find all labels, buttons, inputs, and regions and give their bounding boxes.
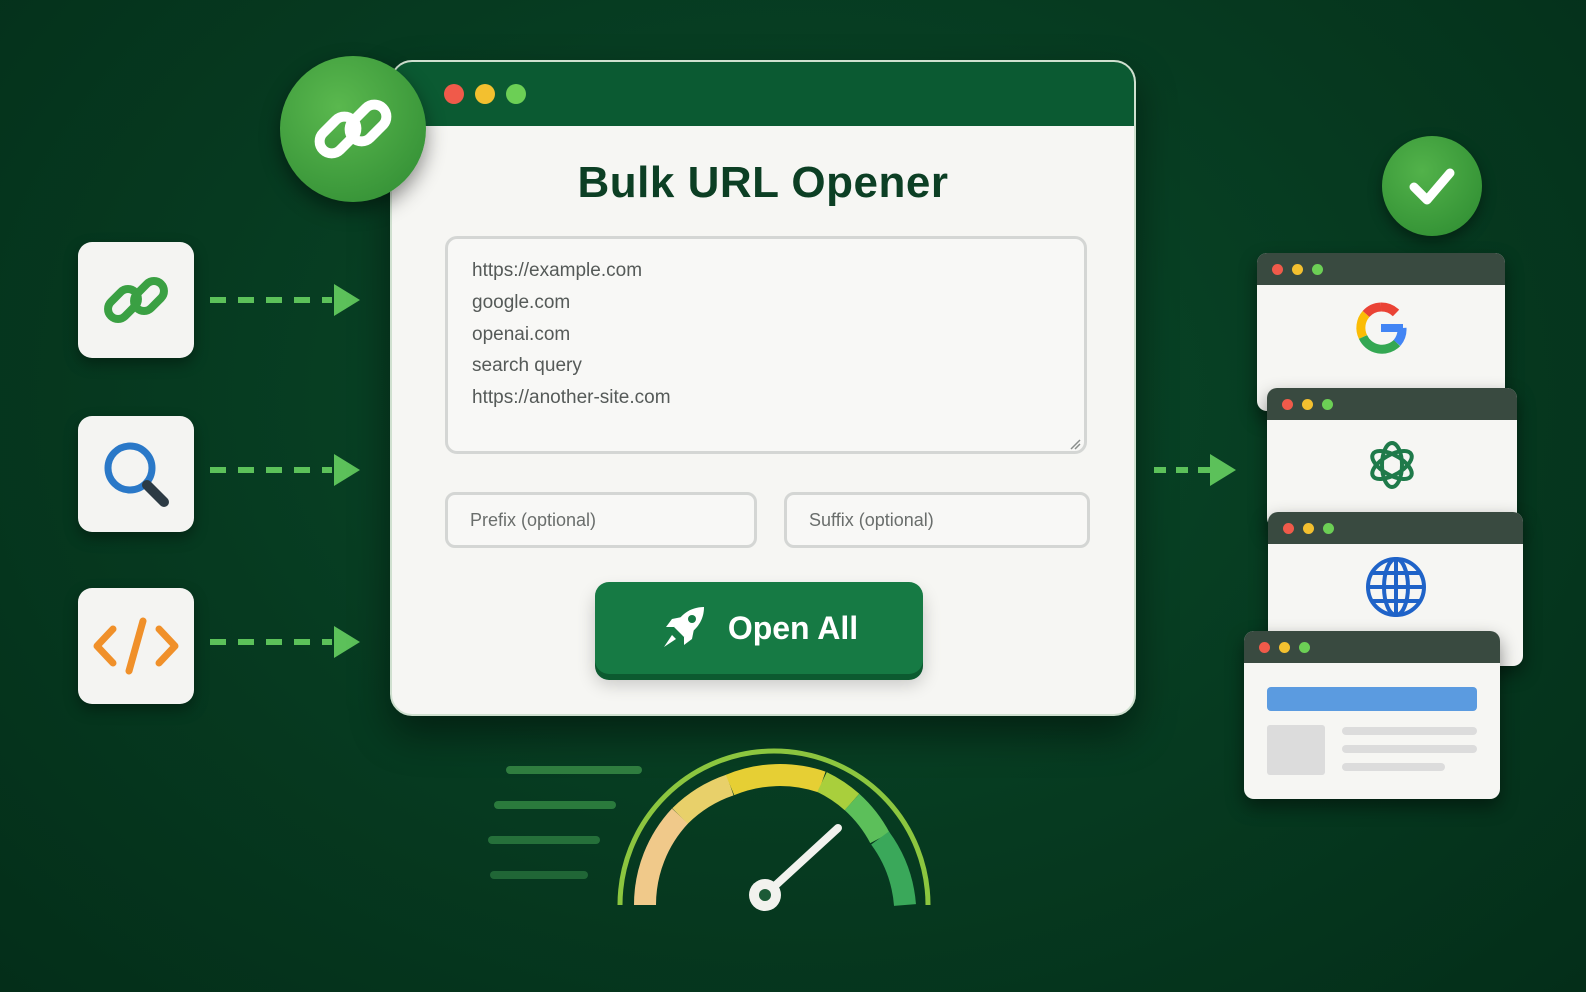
input-arrow — [210, 284, 360, 316]
code-tile — [78, 588, 194, 704]
minimize-window-button[interactable] — [475, 84, 495, 104]
prefix-placeholder: Prefix (optional) — [470, 509, 597, 530]
prefix-input[interactable]: Prefix (optional) — [445, 492, 757, 548]
input-arrow — [210, 454, 360, 486]
speedometer — [488, 748, 931, 911]
checkmark-icon — [1409, 168, 1455, 205]
webpage-layout-icon — [1267, 687, 1477, 775]
link-icon — [104, 277, 168, 323]
suffix-placeholder: Suffix (optional) — [809, 509, 934, 530]
close-window-button[interactable] — [444, 84, 464, 104]
link-tile — [78, 242, 194, 358]
browser-window-openai — [1267, 388, 1517, 528]
browser-window-page — [1244, 631, 1500, 799]
speed-lines — [488, 766, 642, 879]
url-list-textarea[interactable]: https://example.com google.com openai.co… — [445, 236, 1087, 454]
app-title: Bulk URL Opener — [577, 158, 949, 207]
chain-link-icon — [314, 99, 392, 159]
output-arrow — [1154, 454, 1236, 486]
suffix-input[interactable]: Suffix (optional) — [784, 492, 1090, 548]
success-badge — [1382, 136, 1482, 236]
code-icon — [93, 617, 179, 675]
search-icon — [104, 442, 169, 507]
window-title-bar — [392, 62, 1134, 126]
link-badge — [280, 56, 426, 202]
maximize-window-button[interactable] — [506, 84, 526, 104]
globe-icon — [1365, 557, 1426, 617]
input-arrow — [210, 626, 360, 658]
google-logo-icon — [1356, 302, 1407, 354]
search-tile — [78, 416, 194, 532]
openai-logo-icon — [1370, 441, 1414, 489]
rocket-icon — [663, 607, 704, 647]
open-all-button[interactable]: Open All — [595, 582, 923, 674]
resize-handle-icon[interactable] — [1069, 438, 1081, 450]
app-window: Bulk URL Opener https://example.com goog… — [390, 60, 1136, 716]
open-all-label: Open All — [727, 609, 859, 646]
